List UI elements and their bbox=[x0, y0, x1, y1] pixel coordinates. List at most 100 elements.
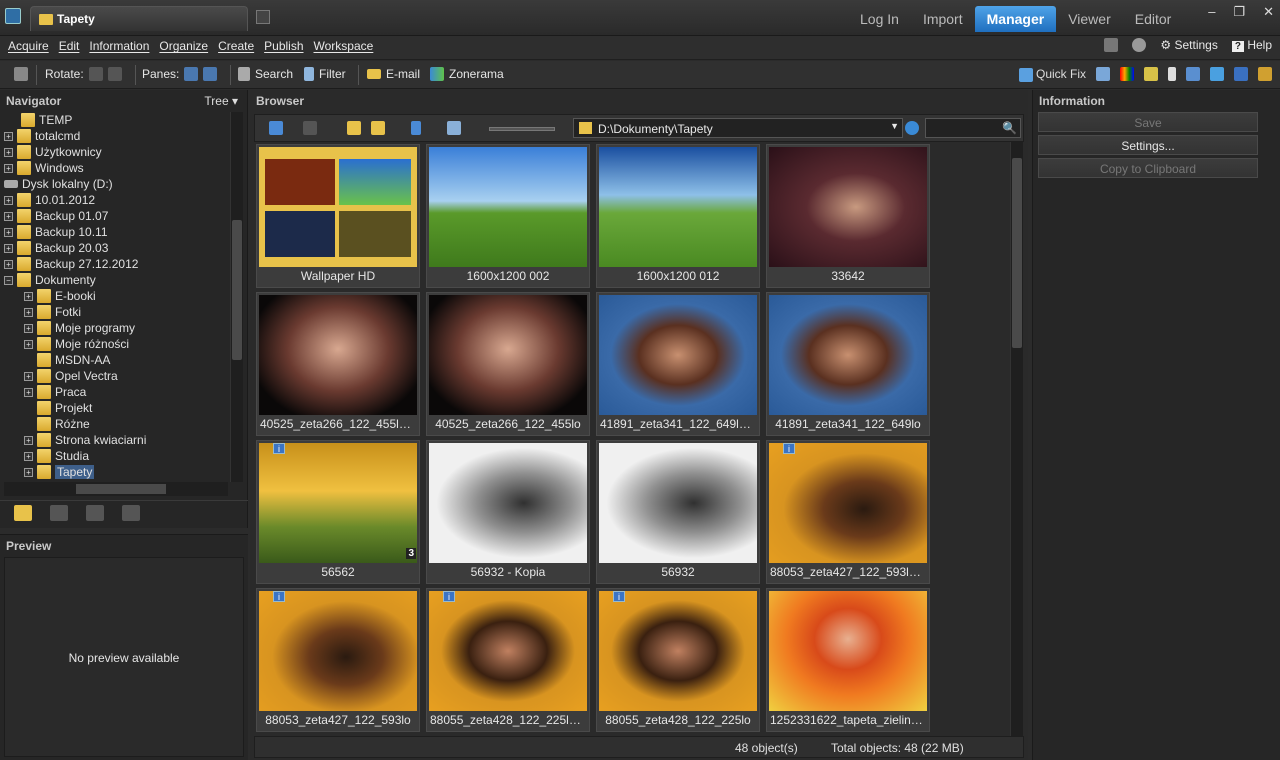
catalog-tab-icon[interactable] bbox=[50, 505, 68, 521]
tree-item[interactable]: + Użytkownicy bbox=[4, 144, 102, 160]
favorites-tab-icon[interactable] bbox=[122, 505, 140, 521]
tree-item[interactable]: + Windows bbox=[4, 160, 84, 176]
menu-publish[interactable]: Publish bbox=[264, 39, 303, 53]
sharpen-icon[interactable] bbox=[1168, 67, 1176, 82]
color-icon[interactable] bbox=[1120, 67, 1134, 82]
thumbnail-item[interactable]: i 88053_zeta427_122_593lo - K... bbox=[766, 440, 930, 584]
bulb-icon[interactable] bbox=[1144, 67, 1158, 82]
thumbnail-item[interactable]: i 88055_zeta428_122_225lo - K... bbox=[426, 588, 590, 732]
tree-item[interactable]: + Opel Vectra bbox=[24, 368, 118, 384]
zonerama-button[interactable]: Zonerama bbox=[430, 67, 504, 81]
help-button[interactable]: ? Help bbox=[1231, 38, 1272, 52]
tree-item-selected[interactable]: + Tapety bbox=[24, 464, 95, 480]
close-button[interactable]: ✕ bbox=[1263, 4, 1274, 20]
settings-button-info[interactable]: Settings... bbox=[1038, 135, 1258, 155]
tree-item-drive[interactable]: Dysk lokalny (D:) bbox=[4, 176, 113, 192]
navigator-vscroll[interactable] bbox=[230, 112, 243, 482]
tree-item[interactable]: + Studia bbox=[24, 448, 89, 464]
browser-vscroll[interactable] bbox=[1010, 142, 1023, 736]
pane-right-icon[interactable] bbox=[203, 67, 218, 81]
tree-item[interactable]: + Backup 10.11 bbox=[4, 224, 108, 240]
thumbnail-item[interactable]: 40525_zeta266_122_455lo bbox=[426, 292, 590, 436]
tree-item[interactable]: Różne bbox=[24, 416, 90, 432]
copy-to-clipboard-button[interactable]: Copy to Clipboard bbox=[1038, 158, 1258, 178]
thumbnail-item[interactable]: 56932 bbox=[596, 440, 760, 584]
search-input[interactable]: 🔍 bbox=[925, 118, 1021, 138]
tree-item[interactable]: − Dokumenty bbox=[4, 272, 96, 288]
search-button[interactable]: Search bbox=[238, 67, 293, 81]
path-field[interactable]: D:\Dokumenty\Tapety ▼ bbox=[573, 118, 903, 138]
folders-tab-icon[interactable] bbox=[14, 505, 32, 521]
effects-icon[interactable] bbox=[1210, 67, 1224, 82]
thumbnail-item[interactable]: 1600x1200 002 bbox=[426, 144, 590, 288]
tree-item[interactable]: + totalcmd bbox=[4, 128, 80, 144]
tree-item[interactable]: + Moje różności bbox=[24, 336, 129, 352]
tree-item[interactable]: +10.01.2012 bbox=[4, 192, 95, 208]
tree-item[interactable]: + Backup 20.03 bbox=[4, 240, 108, 256]
layout-icon[interactable] bbox=[1104, 38, 1119, 52]
refresh-icon[interactable] bbox=[905, 121, 919, 135]
tree-item[interactable]: Projekt bbox=[24, 400, 92, 416]
forward-arrow-icon[interactable] bbox=[303, 121, 317, 135]
minimize-button[interactable]: – bbox=[1208, 4, 1215, 20]
folder-up-icon[interactable] bbox=[347, 121, 361, 135]
levels-icon[interactable] bbox=[1096, 67, 1110, 82]
tree-item[interactable]: + E-booki bbox=[24, 288, 96, 304]
navigator-hscroll[interactable] bbox=[4, 482, 228, 496]
thumbnail-item[interactable]: i 88055_zeta428_122_225lo bbox=[596, 588, 760, 732]
menu-acquire[interactable]: Acquire bbox=[8, 39, 49, 53]
tree-item[interactable]: + Moje programy bbox=[24, 320, 135, 336]
thumbnail-item[interactable]: 40525_zeta266_122_455lo - K... bbox=[256, 292, 420, 436]
menu-create[interactable]: Create bbox=[218, 39, 254, 53]
albums-tab-icon[interactable] bbox=[86, 505, 104, 521]
menu-edit[interactable]: Edit bbox=[59, 39, 80, 53]
thumbnail-item[interactable]: 33642 bbox=[766, 144, 930, 288]
thumbnail-item[interactable]: i 3 56562 bbox=[256, 440, 420, 584]
filter-button[interactable]: Filter bbox=[304, 67, 346, 81]
thumbnail-item[interactable]: 41891_zeta341_122_649lo - K... bbox=[596, 292, 760, 436]
rotate-right-icon[interactable] bbox=[107, 67, 122, 81]
menu-organize[interactable]: Organize bbox=[159, 39, 208, 53]
camera-icon[interactable] bbox=[14, 67, 28, 81]
browser-vscroll-thumb[interactable] bbox=[1012, 158, 1022, 348]
thumbnail-item[interactable]: 56932 - Kopia bbox=[426, 440, 590, 584]
pane-left-icon[interactable] bbox=[184, 67, 199, 81]
user-icon[interactable] bbox=[1132, 38, 1147, 52]
save-button[interactable]: Save bbox=[1038, 112, 1258, 132]
document-tab[interactable]: Tapety bbox=[30, 6, 248, 31]
maximize-button[interactable]: ❐ bbox=[1233, 4, 1245, 20]
settings-button[interactable]: ⚙ Settings bbox=[1160, 38, 1217, 52]
thumbnail-item[interactable]: Wallpaper HD bbox=[256, 144, 420, 288]
thumbnail-item[interactable]: 1600x1200 012 bbox=[596, 144, 760, 288]
thumbnail-item[interactable]: 1252331622_tapeta_zielinska... bbox=[766, 588, 930, 732]
mode-manager[interactable]: Manager bbox=[974, 6, 1057, 32]
thumbnail-item[interactable]: 41891_zeta341_122_649lo bbox=[766, 292, 930, 436]
navigator-hscroll-thumb[interactable] bbox=[76, 484, 166, 494]
mode-editor[interactable]: Editor bbox=[1123, 6, 1184, 32]
tree-view-dropdown[interactable]: Tree ▾ bbox=[204, 94, 238, 108]
thumbnail-item[interactable]: i 88053_zeta427_122_593lo bbox=[256, 588, 420, 732]
mode-login[interactable]: Log In bbox=[848, 6, 911, 32]
tree-item[interactable]: TEMP bbox=[4, 112, 72, 128]
mode-viewer[interactable]: Viewer bbox=[1056, 6, 1123, 32]
info-icon[interactable] bbox=[1258, 67, 1272, 82]
quickfix-button[interactable]: Quick Fix bbox=[1018, 67, 1086, 82]
chevron-down-icon[interactable]: ▼ bbox=[890, 121, 899, 131]
tree-item[interactable]: MSDN-AA bbox=[24, 352, 110, 368]
favorite-folder-icon[interactable] bbox=[371, 121, 385, 135]
tree-item[interactable]: + Praca bbox=[24, 384, 86, 400]
rotate-left-icon[interactable] bbox=[88, 67, 103, 81]
tree-item[interactable]: + Fotki bbox=[24, 304, 81, 320]
email-button[interactable]: E-mail bbox=[367, 67, 420, 81]
menu-information[interactable]: Information bbox=[89, 39, 149, 53]
thumbnail-size-slider[interactable] bbox=[489, 127, 555, 131]
sort-icon[interactable] bbox=[411, 121, 421, 135]
mode-import[interactable]: Import bbox=[911, 6, 975, 32]
adjust-icon[interactable] bbox=[1186, 67, 1200, 82]
view-mode-icon[interactable] bbox=[447, 121, 461, 135]
navigator-vscroll-thumb[interactable] bbox=[232, 220, 242, 360]
zoom-in-icon[interactable] bbox=[1234, 67, 1248, 82]
tree-item[interactable]: + Backup 27.12.2012 bbox=[4, 256, 138, 272]
menu-workspace[interactable]: Workspace bbox=[314, 39, 374, 53]
tree-item[interactable]: + Backup 01.07 bbox=[4, 208, 108, 224]
